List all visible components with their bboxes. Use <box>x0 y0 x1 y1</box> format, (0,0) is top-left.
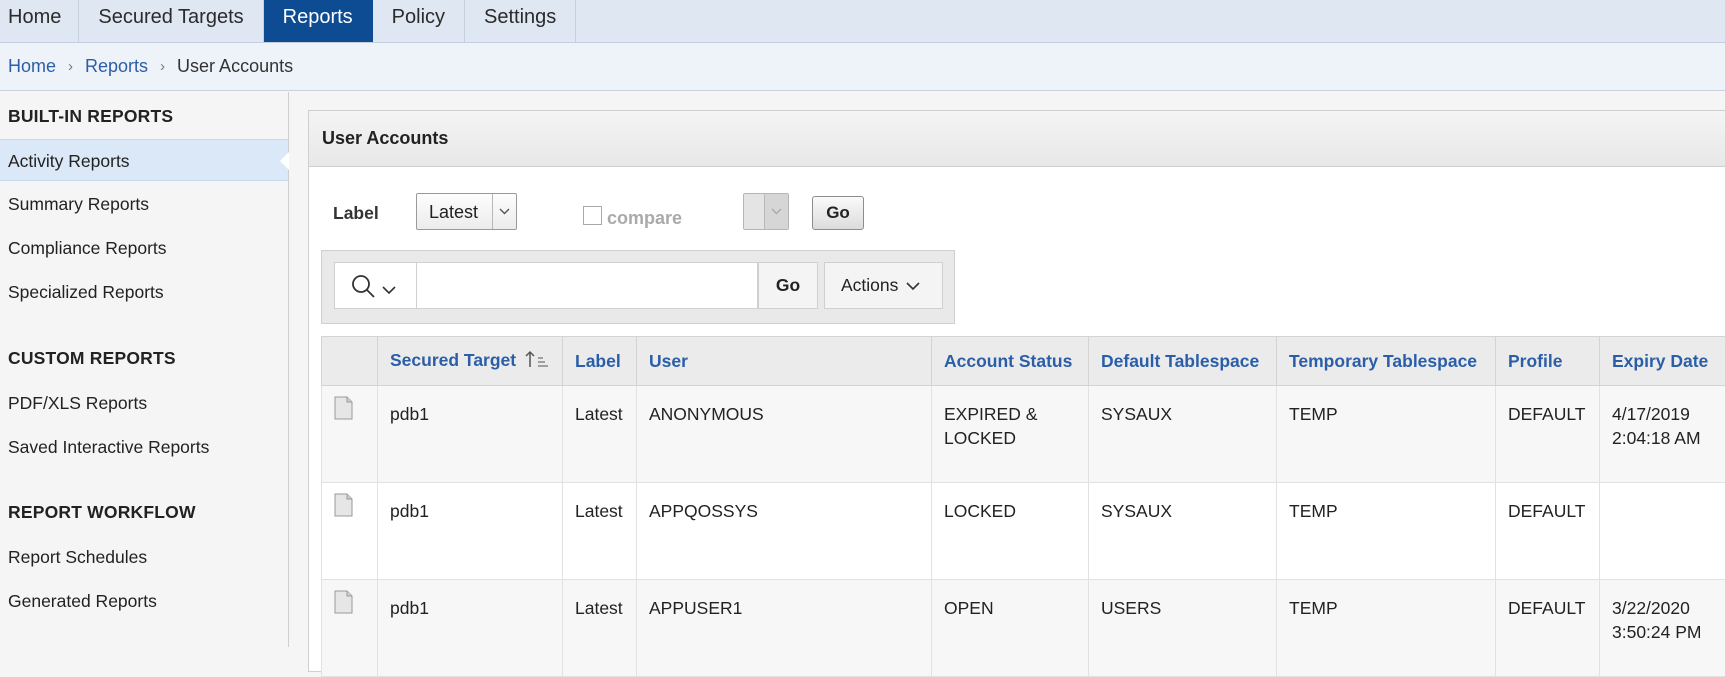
table-row: pdb1 Latest APPQOSSYS LOCKED SYSAUX TEMP… <box>322 483 1725 580</box>
compare-checkbox[interactable] <box>583 206 602 225</box>
tab-home[interactable]: Home <box>0 0 79 42</box>
builtin-reports-heading: BUILT-IN REPORTS <box>8 106 173 127</box>
cell-profile: DEFAULT <box>1496 386 1600 483</box>
chevron-down-icon <box>492 194 516 229</box>
cell-temporary-tablespace: TEMP <box>1277 386 1496 483</box>
cell-expiry-date: 4/17/20192:04:18 AM <box>1600 386 1725 483</box>
region-title: User Accounts <box>309 111 1725 167</box>
sidebar-item-activity-reports[interactable]: Activity Reports <box>0 139 288 181</box>
cell-expiry-date: 3/22/20203:50:24 PM <box>1600 580 1725 677</box>
sidebar-item-saved-interactive-reports[interactable]: Saved Interactive Reports <box>0 426 288 468</box>
sidebar-item-report-schedules[interactable]: Report Schedules <box>0 536 288 578</box>
cell-user: ANONYMOUS <box>637 386 932 483</box>
label-go-button[interactable]: Go <box>812 196 864 230</box>
document-icon[interactable] <box>334 396 353 420</box>
cell-default-tablespace: SYSAUX <box>1089 483 1277 580</box>
tab-reports[interactable]: Reports <box>264 0 373 42</box>
cell-secured-target: pdb1 <box>378 483 563 580</box>
cell-label: Latest <box>563 580 637 677</box>
sidebar-item-generated-reports[interactable]: Generated Reports <box>0 580 288 622</box>
cell-default-tablespace: SYSAUX <box>1089 386 1277 483</box>
search-toolbar: Go Actions <box>321 250 955 324</box>
cell-secured-target: pdb1 <box>378 580 563 677</box>
column-header-secured-target[interactable]: Secured Target <box>378 337 563 386</box>
column-header-temporary-tablespace[interactable]: Temporary Tablespace <box>1277 337 1496 386</box>
tab-policy[interactable]: Policy <box>373 0 465 42</box>
sidebar-item-compliance-reports[interactable]: Compliance Reports <box>0 227 288 269</box>
top-nav: Home Secured Targets Reports Policy Sett… <box>0 0 1725 43</box>
breadcrumb-reports-link[interactable]: Reports <box>85 56 148 77</box>
cell-label: Latest <box>563 386 637 483</box>
sort-ascending-icon <box>525 349 549 374</box>
search-column-dropdown[interactable] <box>334 262 417 309</box>
chevron-right-icon: › <box>68 58 73 75</box>
chevron-right-icon: › <box>160 58 165 75</box>
cell-profile: DEFAULT <box>1496 483 1600 580</box>
cell-default-tablespace: USERS <box>1089 580 1277 677</box>
table-header-row: Secured Target Label User Account Status… <box>322 337 1725 386</box>
column-header-default-tablespace[interactable]: Default Tablespace <box>1089 337 1277 386</box>
column-header-label: Secured Target <box>390 350 516 370</box>
report-workflow-heading: REPORT WORKFLOW <box>8 502 196 523</box>
sidebar-item-pdf-xls-reports[interactable]: PDF/XLS Reports <box>0 382 288 424</box>
cell-profile: DEFAULT <box>1496 580 1600 677</box>
compare-label: compare <box>607 208 682 229</box>
search-go-button[interactable]: Go <box>758 262 818 309</box>
search-input[interactable] <box>417 262 758 309</box>
tab-settings[interactable]: Settings <box>465 0 576 42</box>
cell-temporary-tablespace: TEMP <box>1277 483 1496 580</box>
cell-account-status: EXPIRED &LOCKED <box>932 386 1089 483</box>
cell-account-status: LOCKED <box>932 483 1089 580</box>
cell-user: APPUSER1 <box>637 580 932 677</box>
cell-expiry-date <box>1600 483 1725 580</box>
chevron-down-icon <box>381 280 397 301</box>
column-header-user[interactable]: User <box>637 337 932 386</box>
breadcrumb: Home › Reports › User Accounts <box>0 43 1725 91</box>
cell-temporary-tablespace: TEMP <box>1277 580 1496 677</box>
column-header-profile[interactable]: Profile <box>1496 337 1600 386</box>
actions-label: Actions <box>841 263 898 308</box>
custom-reports-heading: CUSTOM REPORTS <box>8 348 176 369</box>
search-icon <box>351 274 377 305</box>
compare-label-select[interactable] <box>743 193 789 230</box>
label-field-label: Label <box>333 203 379 224</box>
document-icon[interactable] <box>334 493 353 517</box>
breadcrumb-current: User Accounts <box>177 56 293 77</box>
breadcrumb-home-link[interactable]: Home <box>8 56 56 77</box>
sidebar: BUILT-IN REPORTS Activity Reports Summar… <box>0 92 289 647</box>
cell-secured-target: pdb1 <box>378 386 563 483</box>
tab-secured-targets[interactable]: Secured Targets <box>79 0 263 42</box>
actions-menu-button[interactable]: Actions <box>824 262 943 309</box>
label-select[interactable]: Latest <box>416 193 517 230</box>
sidebar-item-summary-reports[interactable]: Summary Reports <box>0 183 288 225</box>
report-table: Secured Target Label User Account Status… <box>321 336 1725 677</box>
sidebar-item-specialized-reports[interactable]: Specialized Reports <box>0 271 288 313</box>
cell-label: Latest <box>563 483 637 580</box>
chevron-down-icon <box>764 194 788 229</box>
table-row: pdb1 Latest APPUSER1 OPEN USERS TEMP DEF… <box>322 580 1725 677</box>
cell-user: APPQOSSYS <box>637 483 932 580</box>
cell-account-status: OPEN <box>932 580 1089 677</box>
column-header-account-status[interactable]: Account Status <box>932 337 1089 386</box>
column-header-label[interactable]: Label <box>563 337 637 386</box>
table-row: pdb1 Latest ANONYMOUS EXPIRED &LOCKED SY… <box>322 386 1725 483</box>
label-select-value: Latest <box>429 202 478 223</box>
column-header-expiry-date[interactable]: Expiry Date <box>1600 337 1725 386</box>
chevron-down-icon <box>905 280 921 292</box>
column-header-icon <box>322 337 378 386</box>
document-icon[interactable] <box>334 590 353 614</box>
